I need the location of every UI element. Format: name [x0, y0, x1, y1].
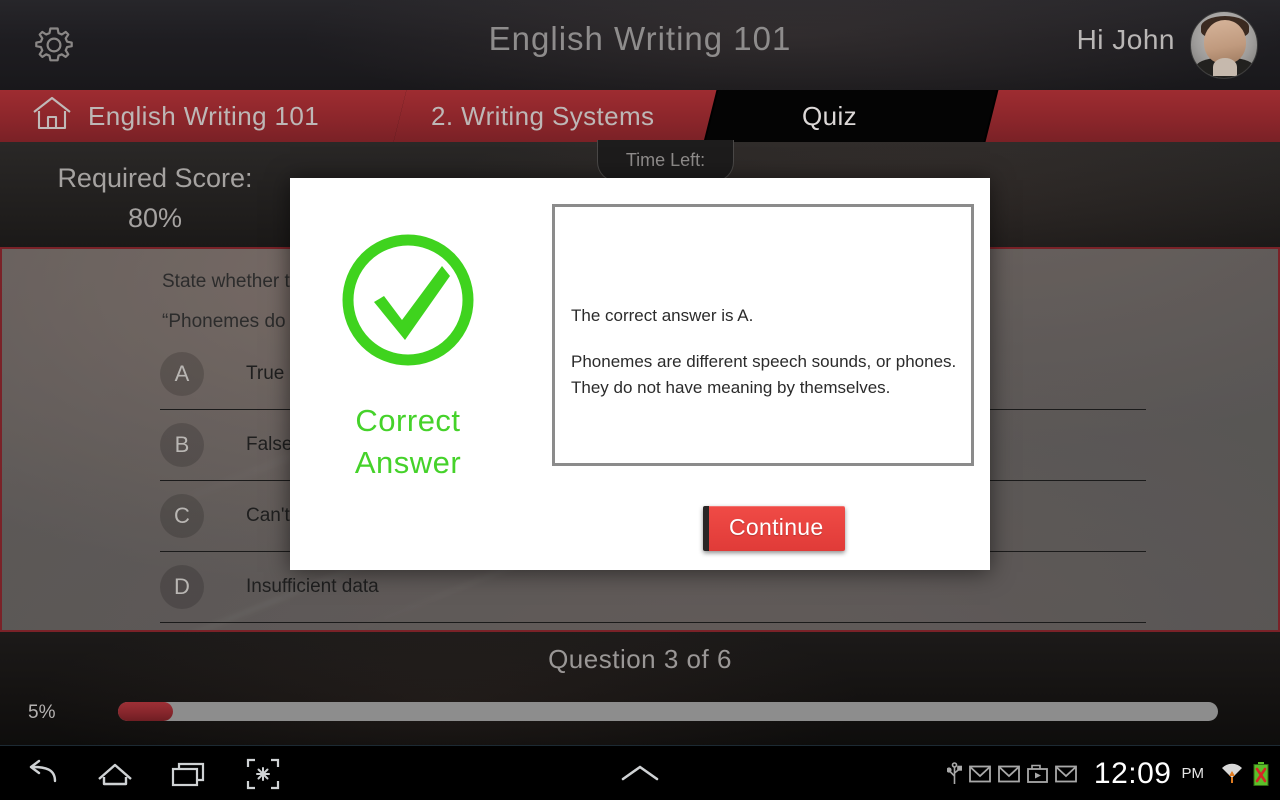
back-icon: [29, 759, 57, 782]
required-score: Required Score: 80%: [30, 158, 280, 238]
breadcrumb-label-quiz: Quiz: [802, 100, 858, 131]
nav-screenshot-button[interactable]: [226, 746, 300, 800]
mail-icon: [969, 765, 991, 783]
verdict-line-1: Correct: [355, 403, 461, 438]
explanation-line-2: Phonemes are different speech sounds, or…: [571, 352, 957, 397]
verdict-text: Correct Answer: [355, 400, 461, 484]
mail-icon: [1055, 765, 1077, 783]
screenshot-icon: [246, 758, 280, 789]
chevron-up-icon: [621, 765, 659, 780]
nav-home-button[interactable]: [78, 746, 152, 800]
recent-apps-icon: [171, 762, 205, 786]
continue-button-wrap: Continue: [703, 506, 846, 551]
status-icons: 12:09 PM: [946, 746, 1270, 800]
progress-bar: [118, 702, 1218, 721]
option-text-d: Insufficient data: [246, 576, 379, 597]
explanation-box: The correct answer is A. Phonemes are di…: [552, 204, 974, 466]
nav-back-button[interactable]: [5, 746, 79, 800]
battery-error-icon: [1252, 761, 1270, 787]
home-icon: [30, 93, 74, 140]
explanation-text: The correct answer is A. Phonemes are di…: [571, 303, 965, 401]
feedback-dialog: Correct Answer The correct answer is A. …: [290, 178, 990, 570]
breadcrumb-label-section: 2. Writing Systems: [431, 100, 655, 131]
nav-recents-button[interactable]: [152, 746, 226, 800]
app-header: English Writing 101 Hi John: [0, 0, 1280, 90]
option-letter-b: B: [160, 423, 204, 467]
status-clock: 12:09: [1093, 756, 1172, 790]
question-statement: State whether the: [162, 271, 311, 292]
wifi-icon: [1219, 761, 1245, 787]
status-ampm: PM: [1181, 765, 1205, 782]
expand-status-button[interactable]: [603, 746, 677, 800]
progress-bar-fill: [118, 702, 173, 721]
breadcrumb-label-course: English Writing 101: [88, 100, 320, 131]
option-letter-d: D: [160, 565, 204, 609]
time-left-tab: Time Left:: [597, 140, 734, 182]
breadcrumb-item-quiz[interactable]: Quiz: [802, 90, 857, 142]
mail-icon: [998, 765, 1020, 783]
explanation-line-1: The correct answer is A.: [571, 306, 754, 325]
option-letter-c: C: [160, 494, 204, 538]
time-left-label: Time Left:: [625, 150, 706, 170]
quiz-footer: Question 3 of 6 5%: [0, 632, 1280, 745]
home-icon: [98, 763, 132, 785]
option-text-b: False: [246, 434, 293, 455]
required-score-value: 80%: [127, 203, 183, 233]
media-icon: [1027, 764, 1048, 784]
android-system-bar: 12:09 PM: [0, 745, 1280, 800]
user-greeting: Hi John: [1076, 24, 1175, 55]
continue-button[interactable]: Continue: [703, 506, 846, 551]
question-counter: Question 3 of 6: [548, 644, 732, 674]
option-text-a: True: [246, 363, 285, 384]
app-root: English Writing 101 Hi John English Writ…: [0, 0, 1280, 800]
option-letter-a: A: [160, 352, 204, 396]
verdict-line-2: Answer: [354, 445, 462, 480]
usb-icon: [946, 761, 962, 786]
avatar[interactable]: [1190, 11, 1258, 79]
check-circle-icon: [338, 230, 478, 370]
breadcrumb: English Writing 101 2. Writing Systems Q…: [0, 90, 1280, 142]
progress-percent-label: 5%: [28, 702, 56, 723]
required-score-label: Required Score:: [57, 163, 253, 193]
breadcrumb-item-course[interactable]: English Writing 101: [30, 90, 319, 142]
breadcrumb-item-section[interactable]: 2. Writing Systems: [431, 90, 654, 142]
dialog-verdict-area: Correct Answer: [290, 178, 526, 570]
